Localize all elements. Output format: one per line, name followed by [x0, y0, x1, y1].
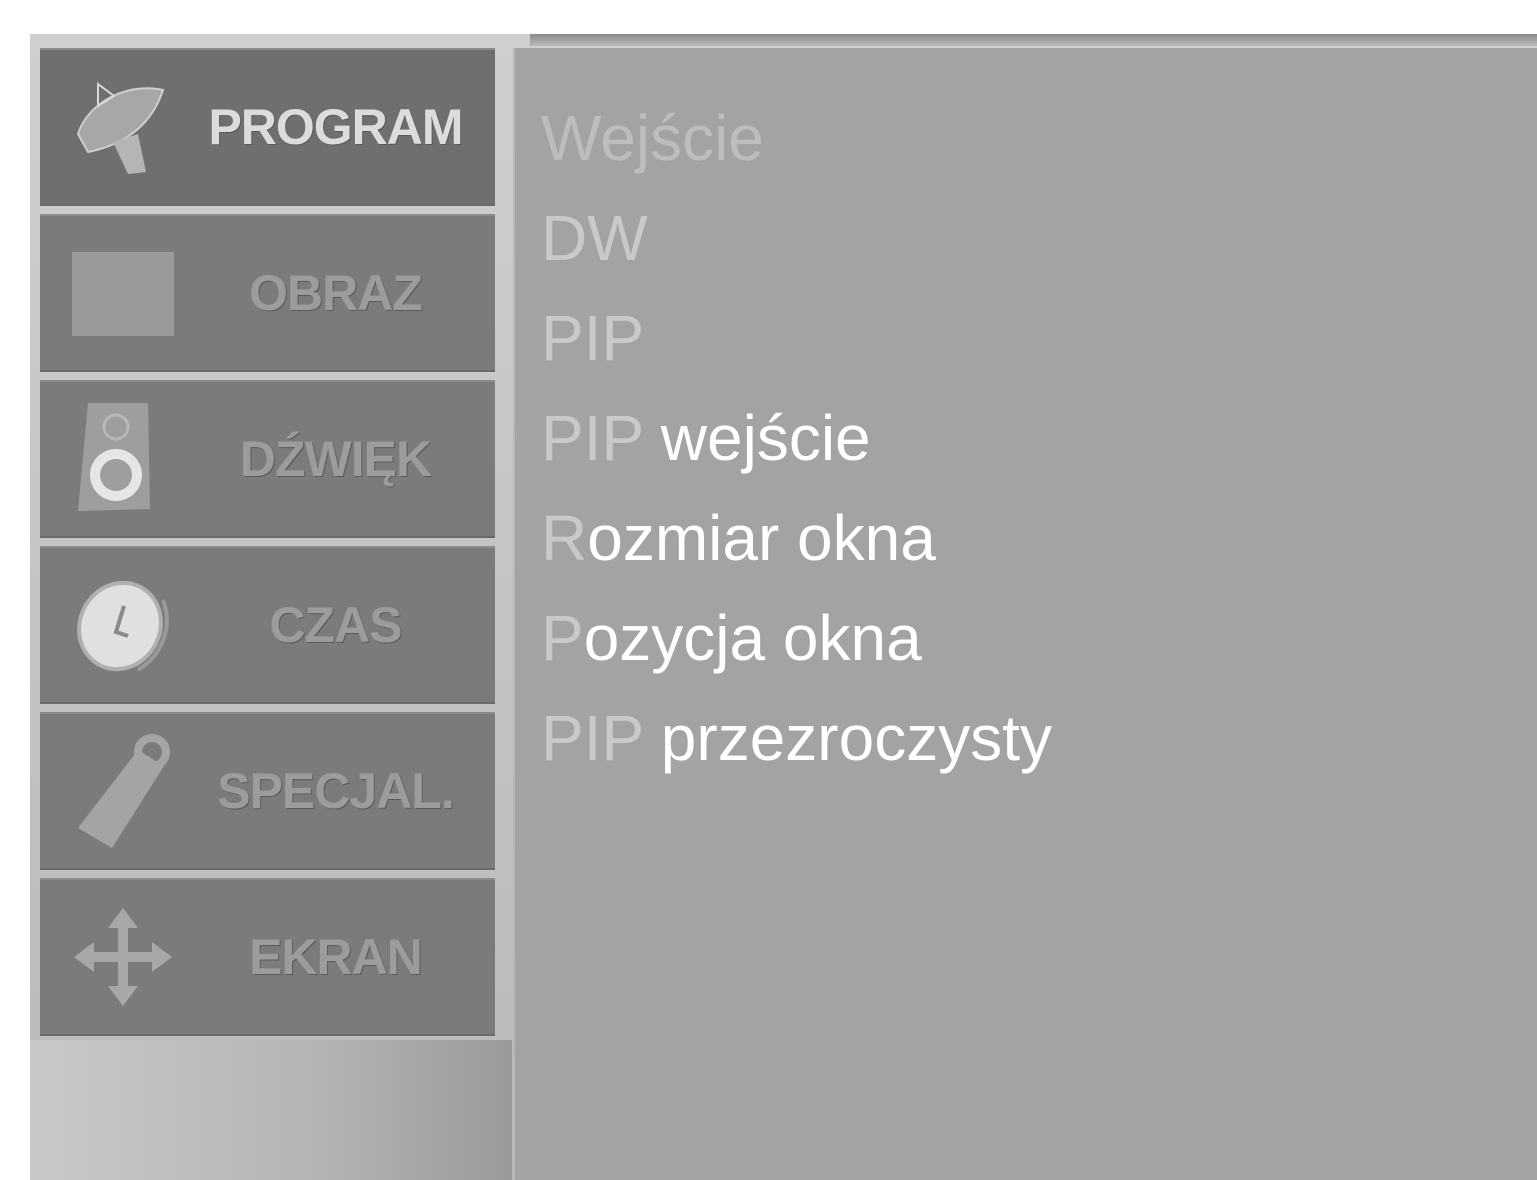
submenu-item-dw[interactable]: DW: [541, 188, 1052, 288]
menu-label: PROGRAM: [208, 99, 463, 155]
submenu-item-pip-wejscie[interactable]: PIP wejście: [541, 388, 1052, 488]
submenu-item-label: DW: [541, 202, 648, 274]
tag-icon: [58, 726, 188, 856]
menu-label: SPECJAL.: [217, 763, 455, 819]
menu-item-dzwiek[interactable]: DŹWIĘK: [40, 380, 495, 538]
sidebar-footer: [30, 1040, 512, 1180]
menu-label: CZAS: [269, 597, 402, 653]
main-menu-sidebar: PROGRAM OBRAZ DŹWIĘK CZAS SPECJAL. EKRAN: [40, 48, 495, 1044]
submenu-item-rozmiar-okna[interactable]: Rozmiar okna: [541, 488, 1052, 588]
speaker-icon: [58, 394, 188, 524]
submenu-item-pip[interactable]: PIP: [541, 288, 1052, 388]
menu-label: OBRAZ: [249, 265, 423, 321]
submenu-item-label-head: PIP: [541, 702, 643, 774]
menu-label: EKRAN: [249, 929, 423, 985]
submenu-item-label: Wejście: [541, 102, 764, 174]
menu-label: DŹWIĘK: [239, 431, 432, 487]
clock-icon: [58, 560, 188, 690]
submenu-item-label-tail: ozmiar okna: [587, 502, 936, 574]
satellite-dish-icon: [58, 62, 188, 192]
menu-item-czas[interactable]: CZAS: [40, 546, 495, 704]
top-strip: [530, 34, 1537, 46]
osd-menu: PROGRAM OBRAZ DŹWIĘK CZAS SPECJAL. EKRAN…: [30, 34, 1537, 1180]
picture-square-icon: [58, 228, 188, 358]
submenu-item-pip-przezroczysty[interactable]: PIP przezroczysty: [541, 688, 1052, 788]
menu-item-specjal[interactable]: SPECJAL.: [40, 712, 495, 870]
submenu-item-label-tail: ozycja okna: [583, 602, 922, 674]
submenu-item-pozycja-okna[interactable]: Pozycja okna: [541, 588, 1052, 688]
submenu-item-label-head: PIP: [541, 402, 643, 474]
menu-item-obraz[interactable]: OBRAZ: [40, 214, 495, 372]
submenu-item-label-head: P: [541, 602, 584, 674]
submenu-item-label-tail: wejście: [660, 402, 871, 474]
submenu-list: Wejście DW PIP PIP wejście Rozmiar okna …: [541, 88, 1052, 788]
submenu-item-label-tail: przezroczysty: [660, 702, 1052, 774]
menu-item-program[interactable]: PROGRAM: [40, 48, 495, 206]
submenu-item-label: PIP: [541, 302, 645, 374]
submenu-panel: Wejście DW PIP PIP wejście Rozmiar okna …: [513, 48, 1537, 1180]
submenu-item-wejscie[interactable]: Wejście: [541, 88, 1052, 188]
submenu-item-label-head: R: [541, 502, 588, 574]
move-arrows-icon: [58, 892, 188, 1022]
menu-item-ekran[interactable]: EKRAN: [40, 878, 495, 1036]
